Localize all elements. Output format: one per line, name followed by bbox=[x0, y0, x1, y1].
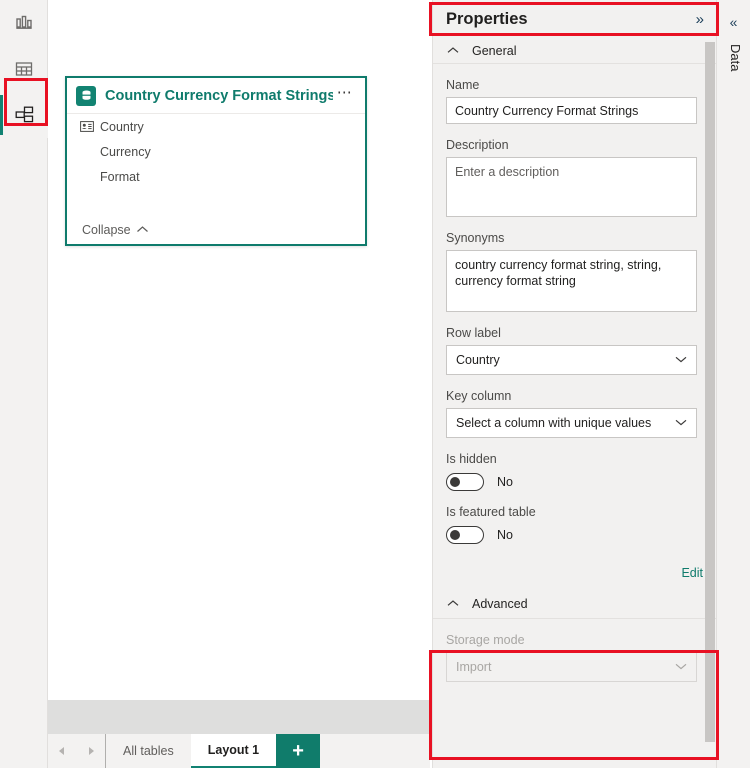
storage-mode-dropdown: Import bbox=[446, 652, 697, 682]
storage-mode-value: Import bbox=[456, 660, 492, 674]
add-layout-button[interactable]: + bbox=[276, 734, 321, 768]
is-hidden-label: Is hidden bbox=[446, 452, 497, 466]
name-input[interactable]: Country Currency Format Strings bbox=[446, 97, 697, 124]
section-title-advanced: Advanced bbox=[472, 596, 528, 611]
layout-tab-bar: All tables Layout 1 + bbox=[48, 734, 430, 768]
chevron-up-icon bbox=[446, 599, 462, 608]
edit-link[interactable]: Edit bbox=[433, 566, 716, 580]
sidebar-item-report-view[interactable] bbox=[0, 0, 48, 46]
sidebar-item-data-view[interactable] bbox=[0, 46, 48, 92]
is-hidden-toggle-row: No bbox=[446, 473, 703, 491]
properties-header: Properties » bbox=[433, 0, 716, 38]
is-hidden-value: No bbox=[497, 475, 513, 489]
chevron-down-icon bbox=[674, 660, 688, 674]
canvas-bottom-strip bbox=[48, 700, 430, 734]
table-field-label: Currency bbox=[100, 144, 151, 159]
key-column-label: Key column bbox=[446, 389, 512, 403]
table-card-title: Country Currency Format Strings bbox=[105, 87, 333, 104]
description-label: Description bbox=[446, 138, 509, 152]
toggle-knob bbox=[450, 477, 460, 487]
sidebar-item-model-view[interactable] bbox=[0, 92, 48, 138]
data-rail: « Data bbox=[716, 0, 750, 768]
page-title: Properties bbox=[446, 9, 528, 28]
general-section-body: Name Country Currency Format Strings Des… bbox=[433, 78, 716, 544]
section-title-general: General bbox=[472, 43, 517, 58]
row-label-label: Row label bbox=[446, 326, 501, 340]
synonyms-label: Synonyms bbox=[446, 231, 505, 245]
chevron-down-icon bbox=[674, 416, 688, 430]
is-hidden-toggle[interactable] bbox=[446, 473, 484, 491]
section-header-general[interactable]: General bbox=[433, 38, 716, 64]
table-field-row[interactable]: Country bbox=[67, 114, 365, 139]
bar-chart-icon bbox=[13, 12, 35, 34]
name-label: Name bbox=[446, 78, 480, 92]
section-header-advanced[interactable]: Advanced bbox=[433, 589, 716, 619]
toggle-knob bbox=[450, 530, 460, 540]
data-pane-label[interactable]: Data bbox=[728, 44, 743, 71]
advanced-section-body: Storage mode Import bbox=[433, 633, 716, 682]
properties-scrollbar[interactable] bbox=[705, 42, 715, 742]
left-nav-rail bbox=[0, 0, 48, 768]
table-card-collapse-button[interactable]: Collapse bbox=[67, 216, 365, 244]
row-label-icon bbox=[80, 121, 94, 132]
synonyms-input[interactable]: country currency format string, string, … bbox=[446, 250, 697, 312]
key-column-value: Select a column with unique values bbox=[456, 416, 652, 430]
chevron-up-icon bbox=[136, 223, 149, 237]
storage-mode-label: Storage mode bbox=[446, 633, 525, 647]
tab-layout-1[interactable]: Layout 1 bbox=[190, 734, 277, 768]
is-featured-label: Is featured table bbox=[446, 505, 536, 519]
double-chevron-right-icon[interactable]: » bbox=[696, 12, 704, 27]
row-label-value: Country bbox=[456, 353, 500, 367]
is-featured-toggle-row: No bbox=[446, 526, 703, 544]
double-chevron-left-icon[interactable]: « bbox=[717, 14, 750, 30]
table-card[interactable]: Country Currency Format Strings ⋯ Countr… bbox=[65, 76, 367, 246]
chevron-right-icon[interactable] bbox=[85, 745, 97, 757]
table-field-label: Format bbox=[100, 169, 140, 184]
collapse-label: Collapse bbox=[82, 223, 131, 237]
table-field-label: Country bbox=[100, 119, 144, 134]
model-relationship-icon bbox=[13, 104, 35, 126]
table-card-header[interactable]: Country Currency Format Strings ⋯ bbox=[67, 78, 365, 114]
table-field-row[interactable]: Format bbox=[67, 164, 365, 189]
table-field-row[interactable]: Currency bbox=[67, 139, 365, 164]
power-bi-model-view: Country Currency Format Strings ⋯ Countr… bbox=[0, 0, 750, 768]
ellipsis-icon[interactable]: ⋯ bbox=[333, 85, 357, 104]
properties-pane: Properties » General Name Country Curren… bbox=[432, 0, 716, 768]
chevron-left-icon[interactable] bbox=[56, 745, 68, 757]
row-label-dropdown[interactable]: Country bbox=[446, 345, 697, 375]
key-column-dropdown[interactable]: Select a column with unique values bbox=[446, 408, 697, 438]
is-featured-toggle[interactable] bbox=[446, 526, 484, 544]
database-table-icon bbox=[76, 85, 96, 106]
chevron-down-icon bbox=[674, 353, 688, 367]
chevron-up-icon bbox=[446, 46, 462, 55]
tab-scroll-arrows bbox=[48, 734, 106, 768]
description-input[interactable]: Enter a description bbox=[446, 157, 697, 217]
table-grid-icon bbox=[13, 58, 35, 80]
tab-all-tables[interactable]: All tables bbox=[106, 734, 191, 768]
advanced-section: Advanced Storage mode Import bbox=[433, 589, 716, 682]
is-featured-value: No bbox=[497, 528, 513, 542]
